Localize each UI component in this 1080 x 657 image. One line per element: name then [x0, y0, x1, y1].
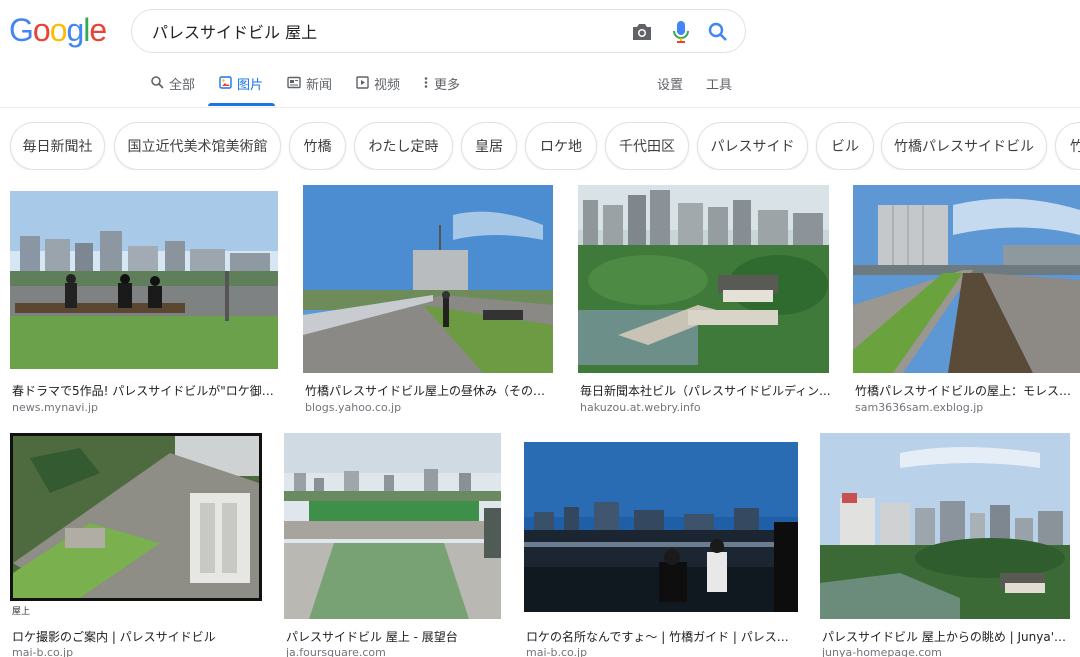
result-source[interactable]: ja.foursquare.com	[286, 646, 386, 657]
result-thumbnail[interactable]	[578, 185, 829, 373]
result-source[interactable]: mai-b.co.jp	[12, 646, 73, 657]
more-dots-icon	[424, 77, 428, 88]
result-source[interactable]: news.mynavi.jp	[12, 401, 98, 414]
result-thumbnail[interactable]	[10, 191, 278, 369]
thumbnail-caption: 屋上	[12, 607, 31, 617]
result-title[interactable]: 春ドラマで5作品! パレスサイドビルが"ロケ御用...	[12, 382, 280, 399]
tab-more[interactable]: 更多	[423, 74, 460, 106]
camera-icon[interactable]	[630, 20, 654, 44]
result-thumbnail[interactable]	[524, 442, 798, 612]
chip[interactable]: パレスサイド	[697, 122, 808, 170]
result-thumbnail[interactable]	[284, 433, 501, 619]
result-thumbnail[interactable]	[820, 433, 1070, 619]
chip[interactable]: 竹	[1055, 122, 1080, 170]
google-logo[interactable]: Google	[9, 12, 107, 48]
logo-letter: g	[66, 12, 84, 48]
result-title[interactable]: 竹橋パレスサイドビル屋上の昼休み（その他...	[305, 382, 555, 399]
result-title[interactable]: パレスサイドビル 屋上 - 展望台	[286, 628, 503, 645]
result-title[interactable]: 毎日新聞本社ビル（パレスサイドビルディン...	[580, 382, 831, 399]
rooftop-people-on-bench-image	[10, 191, 278, 369]
tab-label: 图片	[237, 78, 264, 93]
aerial-rooftop-image	[10, 433, 262, 601]
tab-label: 全部	[169, 78, 196, 93]
result-thumbnail[interactable]	[303, 185, 553, 373]
tab-images[interactable]: 图片	[219, 74, 263, 106]
chip[interactable]: 皇居	[461, 122, 517, 170]
microphone-icon[interactable]	[669, 20, 693, 44]
tab-label: 更多	[434, 78, 461, 93]
tab-label: 视频	[374, 78, 401, 93]
image-result[interactable]: パレスサイドビル 屋上からの眺め | Junya's ... junya-hom…	[820, 433, 1075, 657]
chip[interactable]: ロケ地	[525, 122, 597, 170]
related-chips: 毎日新聞社 国立近代美术馆美術館 竹橋 わたし定時 皇居 ロケ地 千代田区 パレ…	[0, 122, 1080, 170]
tools-link[interactable]: 工具	[706, 74, 732, 106]
chip[interactable]: 竹橋パレスサイドビル	[881, 122, 1047, 170]
video-icon	[356, 76, 369, 89]
tools-label: 工具	[706, 78, 733, 93]
chip[interactable]: 千代田区	[605, 122, 689, 170]
tab-videos[interactable]: 视频	[356, 74, 400, 106]
result-title[interactable]: パレスサイドビル 屋上からの眺め | Junya's ...	[822, 628, 1070, 645]
settings-link[interactable]: 设置	[657, 74, 683, 106]
rooftop-deck-image	[284, 433, 501, 619]
result-title[interactable]: 竹橋パレスサイドビルの屋上：モレスビな!	[855, 382, 1080, 399]
logo-letter: o	[32, 12, 51, 48]
result-source[interactable]: hakuzou.at.webry.info	[580, 401, 701, 414]
tab-label: 新闻	[306, 78, 333, 93]
image-result[interactable]: 毎日新聞本社ビル（パレスサイドビルディン... hakuzou.at.webry…	[578, 185, 833, 415]
rooftop-grass-tower-image	[853, 185, 1080, 373]
chip[interactable]: 竹橋	[289, 122, 346, 170]
result-thumbnail[interactable]: 屋上	[10, 433, 262, 619]
search-icon[interactable]	[706, 20, 730, 44]
result-title[interactable]: ロケ撮影のご案内 | パレスサイドビル	[12, 628, 264, 645]
search-icon	[151, 76, 164, 89]
result-source[interactable]: mai-b.co.jp	[526, 646, 587, 657]
logo-letter: e	[89, 12, 107, 48]
image-result[interactable]: ロケの名所なんですょ～ | 竹橋ガイド | パレスサ... mai-b.co.j…	[524, 433, 800, 657]
image-result[interactable]: パレスサイドビル 屋上 - 展望台 ja.foursquare.com	[284, 433, 504, 657]
tab-all[interactable]: 全部	[151, 74, 195, 106]
chip[interactable]: わたし定時	[354, 122, 453, 170]
image-icon	[219, 76, 232, 89]
active-tab-indicator	[208, 103, 275, 106]
search-input[interactable]	[152, 10, 622, 52]
result-source[interactable]: blogs.yahoo.co.jp	[305, 401, 401, 414]
search-box	[131, 9, 746, 53]
image-result[interactable]: 竹橋パレスサイドビルの屋上：モレスビな! sam3636sam.exblog.j…	[853, 185, 1080, 415]
rooftop-walkway-tower-image	[303, 185, 553, 373]
result-title[interactable]: ロケの名所なんですょ～ | 竹橋ガイド | パレスサ...	[526, 628, 796, 645]
drama-scene-rooftop-image	[524, 442, 798, 612]
result-source[interactable]: junya-homepage.com	[822, 646, 942, 657]
search-tabs: 全部 图片 新闻 视频 更多 设置 工具	[0, 66, 1080, 108]
news-icon	[287, 76, 301, 89]
result-source[interactable]: sam3636sam.exblog.jp	[855, 401, 983, 414]
logo-letter: G	[9, 12, 34, 48]
tab-news[interactable]: 新闻	[287, 74, 332, 106]
logo-letter: o	[49, 12, 68, 48]
settings-label: 设置	[657, 78, 684, 93]
imperial-palace-view-image	[578, 185, 829, 373]
image-result[interactable]: 屋上 ロケ撮影のご案内 | パレスサイドビル mai-b.co.jp	[10, 433, 265, 657]
result-thumbnail[interactable]	[853, 185, 1080, 373]
image-result[interactable]: 竹橋パレスサイドビル屋上の昼休み（その他... blogs.yahoo.co.j…	[303, 185, 558, 415]
chip[interactable]: 国立近代美术馆美術館	[114, 122, 281, 170]
chip[interactable]: 毎日新聞社	[10, 122, 105, 170]
chip[interactable]: ビル	[816, 122, 874, 170]
city-skyline-moat-image	[820, 433, 1070, 619]
image-result[interactable]: 春ドラマで5作品! パレスサイドビルが"ロケ御用... news.mynavi.…	[10, 185, 280, 415]
